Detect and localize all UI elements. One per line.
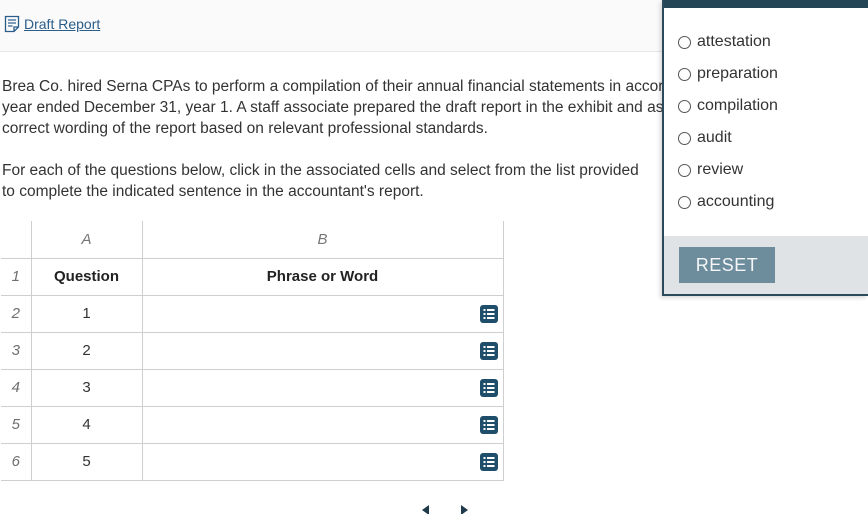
- column-letter-row: A B: [1, 221, 504, 259]
- question-cell: 2: [30, 331, 143, 370]
- radio-icon[interactable]: [678, 163, 691, 177]
- list-icon[interactable]: [479, 415, 498, 434]
- instructions-line: For each of the questions below, click i…: [2, 162, 639, 179]
- option-label: attestation: [697, 33, 771, 50]
- table-row: 5 4: [1, 405, 504, 444]
- option-audit[interactable]: audit: [678, 122, 778, 154]
- instructions-paragraph-1: Brea Co. hired Serna CPAs to perform a c…: [2, 76, 666, 139]
- reset-button[interactable]: RESET: [679, 247, 775, 283]
- radio-icon[interactable]: [678, 99, 691, 113]
- document-icon: [4, 15, 20, 33]
- corner-cell: [1, 221, 32, 259]
- radio-icon[interactable]: [678, 67, 691, 81]
- option-compilation[interactable]: compilation: [678, 90, 778, 122]
- answer-cell[interactable]: [141, 331, 504, 370]
- instructions-line: Brea Co. hired Serna CPAs to perform a c…: [2, 78, 666, 95]
- pagination-arrows: [422, 505, 468, 514]
- radio-icon[interactable]: [678, 35, 691, 49]
- row-number: 6: [1, 442, 32, 481]
- draft-report-label: Draft Report: [24, 16, 101, 32]
- option-label: compilation: [697, 97, 778, 114]
- answer-grid: A B 1 Question Phrase or Word 2 1 3 2 4 …: [1, 221, 504, 481]
- column-letter-a: A: [30, 221, 143, 259]
- option-preparation[interactable]: preparation: [678, 58, 778, 90]
- popup-footer: RESET: [664, 236, 868, 294]
- question-cell: 1: [30, 294, 143, 333]
- option-attestation[interactable]: attestation: [678, 26, 778, 58]
- list-icon[interactable]: [479, 304, 498, 323]
- answer-cell[interactable]: [141, 405, 504, 444]
- option-label: audit: [697, 129, 732, 146]
- question-cell: 3: [30, 368, 143, 407]
- draft-report-link[interactable]: Draft Report: [4, 15, 100, 33]
- list-icon[interactable]: [479, 378, 498, 397]
- options-popup: attestation preparation compilation audi…: [662, 0, 868, 296]
- list-icon[interactable]: [479, 452, 498, 471]
- arrow-right-icon[interactable]: [461, 505, 468, 514]
- row-number: 2: [1, 294, 32, 333]
- radio-icon[interactable]: [678, 131, 691, 145]
- question-header: Question: [30, 257, 143, 296]
- row-number: 5: [1, 405, 32, 444]
- phrase-header: Phrase or Word: [141, 257, 504, 296]
- option-accounting[interactable]: accounting: [678, 186, 778, 218]
- option-label: accounting: [697, 193, 775, 210]
- option-label: preparation: [697, 65, 778, 82]
- row-number: 1: [1, 257, 32, 296]
- answer-cell[interactable]: [141, 368, 504, 407]
- list-icon[interactable]: [479, 341, 498, 360]
- radio-icon[interactable]: [678, 195, 691, 209]
- table-row: 2 1: [1, 294, 504, 333]
- column-letter-b: B: [141, 221, 504, 259]
- instructions-line: to complete the indicated sentence in th…: [2, 183, 424, 200]
- table-row: 6 5: [1, 442, 504, 481]
- instructions-line: correct wording of the report based on r…: [2, 120, 488, 137]
- row-number: 3: [1, 331, 32, 370]
- instructions: Brea Co. hired Serna CPAs to perform a c…: [2, 76, 666, 223]
- header-row: 1 Question Phrase or Word: [1, 257, 504, 296]
- table-row: 4 3: [1, 368, 504, 407]
- option-label: review: [697, 161, 744, 178]
- answer-cell[interactable]: [141, 442, 504, 481]
- question-cell: 4: [30, 405, 143, 444]
- arrow-left-icon[interactable]: [422, 505, 429, 514]
- popup-top-strip: [664, 0, 868, 8]
- table-row: 3 2: [1, 331, 504, 370]
- option-list: attestation preparation compilation audi…: [678, 26, 778, 218]
- instructions-paragraph-2: For each of the questions below, click i…: [2, 160, 666, 202]
- instructions-line: year ended December 31, year 1. A staff …: [2, 99, 666, 116]
- option-review[interactable]: review: [678, 154, 778, 186]
- answer-cell[interactable]: [141, 294, 504, 333]
- row-number: 4: [1, 368, 32, 407]
- question-cell: 5: [30, 442, 143, 481]
